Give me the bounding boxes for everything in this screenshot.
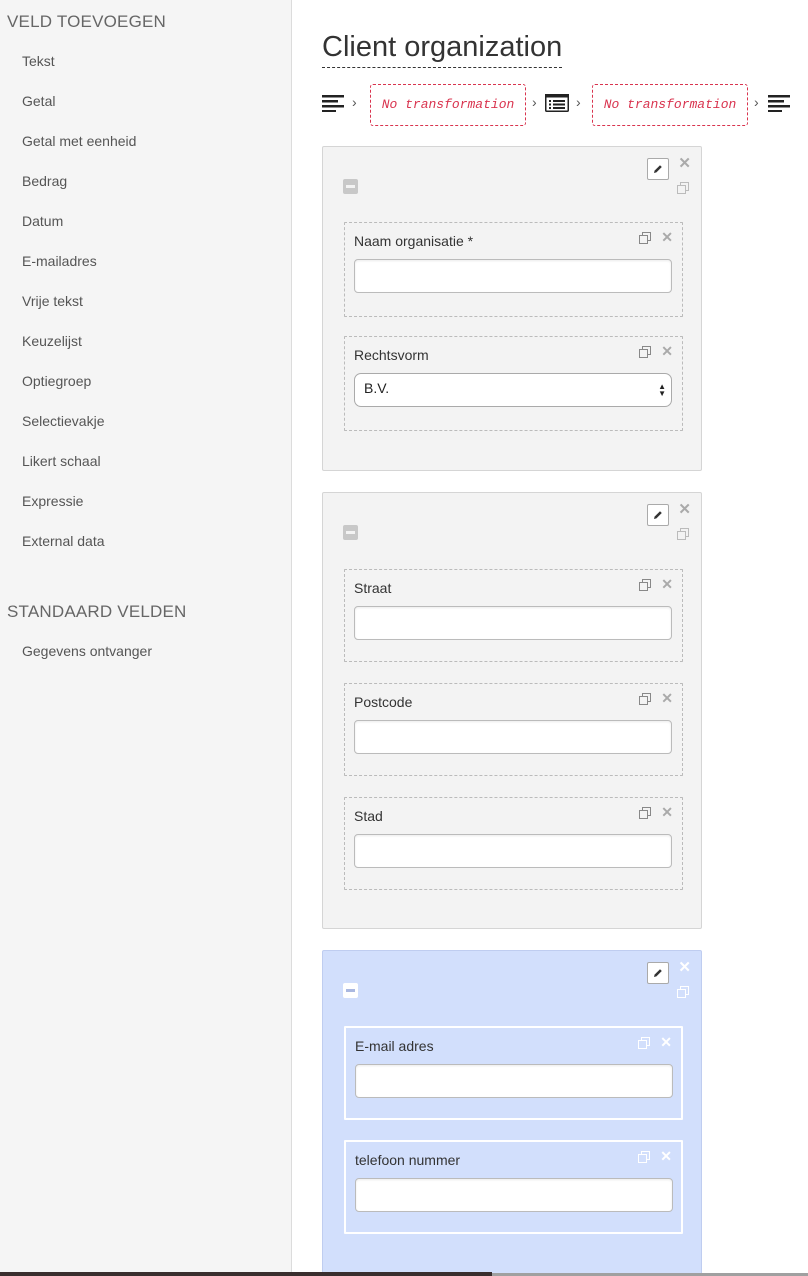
select-arrows-icon: ▲ ▼ [658, 382, 666, 398]
copy-icon[interactable] [638, 1037, 651, 1055]
copy-icon[interactable] [639, 232, 652, 250]
pencil-icon [654, 511, 662, 519]
sidebar-item-tekst[interactable]: Tekst [22, 53, 55, 69]
field-label: Rechtsvorm [354, 347, 429, 363]
sidebar-item-datum[interactable]: Datum [22, 213, 63, 229]
transformation-pipeline: › No transformation › › No transformatio… [322, 84, 802, 126]
close-icon[interactable]: ✕ [660, 1034, 672, 1051]
sidebar-item-getal-met-eenheid[interactable]: Getal met eenheid [22, 133, 136, 149]
sidebar-item-bedrag[interactable]: Bedrag [22, 173, 67, 189]
transformation-step-2[interactable]: No transformation [592, 84, 748, 126]
street-input[interactable] [354, 606, 672, 640]
legal-form-select[interactable]: B.V. ▲ ▼ [354, 373, 672, 407]
copy-icon[interactable] [677, 182, 690, 200]
sidebar-item-vrije-tekst[interactable]: Vrije tekst [22, 293, 83, 309]
copy-icon[interactable] [639, 807, 652, 825]
sidebar-item-selectievakje[interactable]: Selectievakje [22, 413, 105, 429]
close-icon[interactable]: ✕ [678, 156, 691, 171]
chevron-right-icon: › [754, 94, 759, 110]
field-label: telefoon nummer [355, 1152, 461, 1168]
sidebar-item-external-data[interactable]: External data [22, 533, 105, 549]
field-label: E-mail adres [355, 1038, 434, 1054]
pencil-icon [654, 969, 662, 977]
city-input[interactable] [354, 834, 672, 868]
collapse-button[interactable] [343, 983, 358, 998]
field-group-panel-selected[interactable]: ✕ E-mail adres ✕ telefoon nummer ✕ [322, 950, 702, 1276]
chevron-right-icon: › [352, 94, 357, 110]
organization-name-input[interactable] [354, 259, 672, 293]
copy-icon[interactable] [638, 1151, 651, 1169]
close-icon[interactable]: ✕ [661, 804, 673, 821]
align-left-icon[interactable] [768, 94, 790, 117]
form-field[interactable]: telefoon nummer ✕ [344, 1140, 683, 1234]
form-field[interactable]: Naam organisatie * ✕ [344, 222, 683, 317]
form-field[interactable]: Postcode ✕ [344, 683, 683, 776]
section-title-standard-fields: STANDAARD VELDEN [7, 602, 187, 621]
field-label: Naam organisatie * [354, 233, 474, 249]
field-label: Straat [354, 580, 392, 596]
copy-icon[interactable] [639, 346, 652, 364]
sidebar-item-emailadres[interactable]: E-mailadres [22, 253, 97, 269]
list-table-icon[interactable] [545, 94, 569, 117]
form-field[interactable]: E-mail adres ✕ [344, 1026, 683, 1120]
edit-button[interactable] [647, 962, 669, 984]
close-icon[interactable]: ✕ [661, 690, 673, 707]
copy-icon[interactable] [639, 693, 652, 711]
field-group-panel[interactable]: ✕ Straat ✕ Postcode ✕ Stad ✕ [322, 492, 702, 929]
sidebar-item-gegevens-ontvanger[interactable]: Gegevens ontvanger [22, 643, 152, 659]
close-icon[interactable]: ✕ [661, 576, 673, 593]
sidebar-item-keuzelijst[interactable]: Keuzelijst [22, 333, 82, 349]
sidebar-item-expressie[interactable]: Expressie [22, 493, 83, 509]
transformation-step-1[interactable]: No transformation [370, 84, 526, 126]
sidebar-item-likert-schaal[interactable]: Likert schaal [22, 453, 101, 469]
close-icon[interactable]: ✕ [661, 229, 673, 246]
close-icon[interactable]: ✕ [678, 960, 691, 975]
copy-icon[interactable] [677, 986, 690, 1004]
edit-button[interactable] [647, 158, 669, 180]
form-field[interactable]: Stad ✕ [344, 797, 683, 890]
form-field[interactable]: Straat ✕ [344, 569, 683, 662]
copy-icon[interactable] [639, 579, 652, 597]
field-label: Stad [354, 808, 383, 824]
section-title-add-field: VELD TOEVOEGEN [7, 12, 167, 31]
close-icon[interactable]: ✕ [660, 1148, 672, 1165]
bottom-bar [0, 1272, 492, 1276]
collapse-button[interactable] [343, 179, 358, 194]
sidebar: VELD TOEVOEGEN Tekst Getal Getal met een… [0, 0, 292, 1276]
close-icon[interactable]: ✕ [678, 502, 691, 517]
pencil-icon [654, 165, 662, 173]
field-label: Postcode [354, 694, 413, 710]
close-icon[interactable]: ✕ [661, 343, 673, 360]
phone-input[interactable] [355, 1178, 673, 1212]
select-value: B.V. [364, 380, 390, 396]
sidebar-item-getal[interactable]: Getal [22, 93, 55, 109]
chevron-right-icon: › [576, 94, 581, 110]
chevron-right-icon: › [532, 94, 537, 110]
postcode-input[interactable] [354, 720, 672, 754]
collapse-button[interactable] [343, 525, 358, 540]
sidebar-item-optiegroep[interactable]: Optiegroep [22, 373, 91, 389]
align-left-icon[interactable] [322, 94, 344, 117]
copy-icon[interactable] [677, 528, 690, 546]
edit-button[interactable] [647, 504, 669, 526]
email-input[interactable] [355, 1064, 673, 1098]
page-title[interactable]: Client organization [322, 30, 563, 68]
field-group-panel[interactable]: ✕ Naam organisatie * ✕ Rechtsvorm ✕ B.V.… [322, 146, 702, 471]
form-field[interactable]: Rechtsvorm ✕ B.V. ▲ ▼ [344, 336, 683, 431]
